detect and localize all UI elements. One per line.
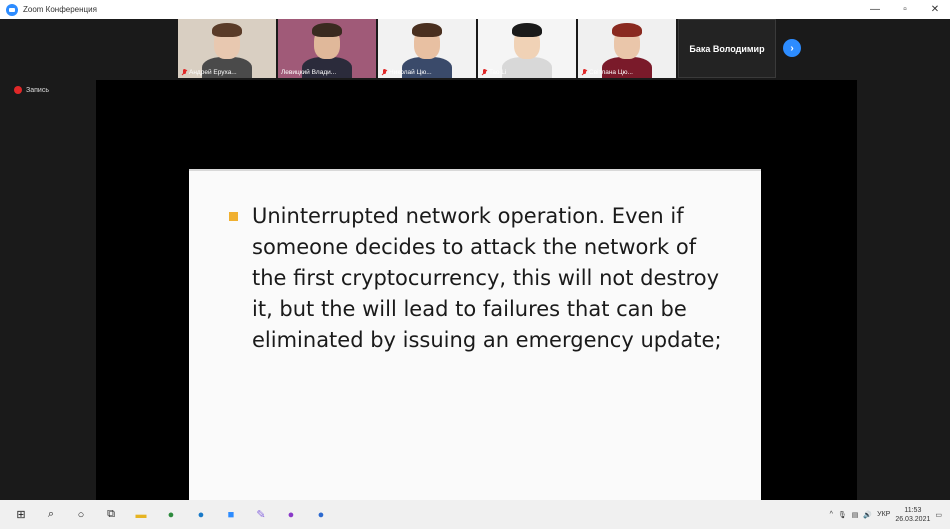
next-page-button[interactable]: ›	[783, 39, 801, 57]
bullet-marker	[229, 212, 238, 221]
edge-icon[interactable]: ●	[192, 506, 210, 524]
participant-tile[interactable]: Світлана Цю...	[578, 19, 676, 78]
clock[interactable]: 11:53 26.03.2021	[895, 506, 930, 524]
taskbar-icons: ⊞ ⌕ ○ ⧉ ▬ ● ● ■ ✎ ● ●	[0, 506, 330, 524]
participant-name: Николай Цю...	[381, 69, 432, 76]
volume-icon[interactable]: 🔊	[863, 511, 872, 519]
minimize-button[interactable]: —	[860, 0, 890, 19]
active-speaker-name: Бака Володимир	[689, 43, 765, 54]
app-icon[interactable]: ●	[312, 506, 330, 524]
mic-muted-icon	[581, 69, 587, 76]
notification-icon[interactable]: ▭	[935, 511, 942, 519]
language-indicator[interactable]: УКР	[877, 511, 890, 518]
chevron-right-icon: ›	[790, 42, 794, 54]
participant-tile[interactable]: Николай Цю...	[378, 19, 476, 78]
viber-icon[interactable]: ●	[282, 506, 300, 524]
file-explorer-icon[interactable]: ▬	[132, 506, 150, 524]
record-icon	[14, 86, 22, 94]
cortana-icon[interactable]: ○	[72, 506, 90, 524]
chrome-icon[interactable]: ●	[162, 506, 180, 524]
participant-tile[interactable]: Андрей Еруха...	[178, 19, 276, 78]
zoom-taskbar-icon[interactable]: ■	[222, 506, 240, 524]
participant-tile[interactable]: Левицкий Влади...	[278, 19, 376, 78]
close-button[interactable]: ✕	[920, 0, 950, 19]
clock-time: 11:53	[904, 506, 922, 514]
windows-start-icon[interactable]: ⊞	[12, 506, 30, 524]
participant-name: Левицкий Влади...	[281, 69, 337, 76]
presentation-slide: Uninterrupted network operation. Even if…	[189, 169, 761, 500]
window-title: Zoom Конференция	[23, 5, 97, 14]
restore-button[interactable]: ▫	[890, 0, 920, 19]
mic-muted-icon	[381, 69, 387, 76]
clock-date: 26.03.2021	[895, 515, 931, 523]
window-controls: — ▫ ✕	[860, 0, 950, 19]
network-icon[interactable]: ▤	[852, 511, 859, 519]
system-tray: ^ 🎙 ▤ 🔊 УКР 11:53 26.03.2021 ▭	[830, 500, 950, 529]
zoom-logo-icon	[6, 3, 18, 16]
windows-taskbar: ⊞ ⌕ ○ ⧉ ▬ ● ● ■ ✎ ● ● ^ 🎙 ▤ 🔊 УКР 11:53 26.03.2021…	[0, 500, 950, 529]
task-view-icon[interactable]: ⧉	[102, 506, 120, 524]
search-icon[interactable]: ⌕	[42, 506, 60, 524]
mic-muted-icon	[181, 69, 187, 76]
recording-indicator[interactable]: Запись	[14, 86, 49, 94]
participant-name: Tao Li	[481, 69, 506, 76]
zoom-window: Zoom Конференция — ▫ ✕ Андрей Еруха... Л…	[0, 0, 950, 529]
recording-label: Запись	[26, 86, 49, 94]
participant-strip: Андрей Еруха... Левицкий Влади... Никола…	[178, 19, 776, 78]
title-bar: Zoom Конференция — ▫ ✕	[0, 0, 950, 19]
tray-chevron-icon[interactable]: ^	[830, 511, 833, 518]
microphone-icon[interactable]: 🎙	[838, 511, 847, 519]
participant-name: Андрей Еруха...	[181, 69, 237, 76]
mic-muted-icon	[481, 69, 487, 76]
participant-name: Світлана Цю...	[581, 69, 633, 76]
paint-icon[interactable]: ✎	[252, 506, 270, 524]
active-speaker-tile[interactable]: Бака Володимир	[678, 19, 776, 78]
slide-text: Uninterrupted network operation. Even if…	[252, 204, 722, 352]
slide-bullet-item: Uninterrupted network operation. Even if…	[229, 201, 729, 356]
participant-tile[interactable]: Tao Li	[478, 19, 576, 78]
